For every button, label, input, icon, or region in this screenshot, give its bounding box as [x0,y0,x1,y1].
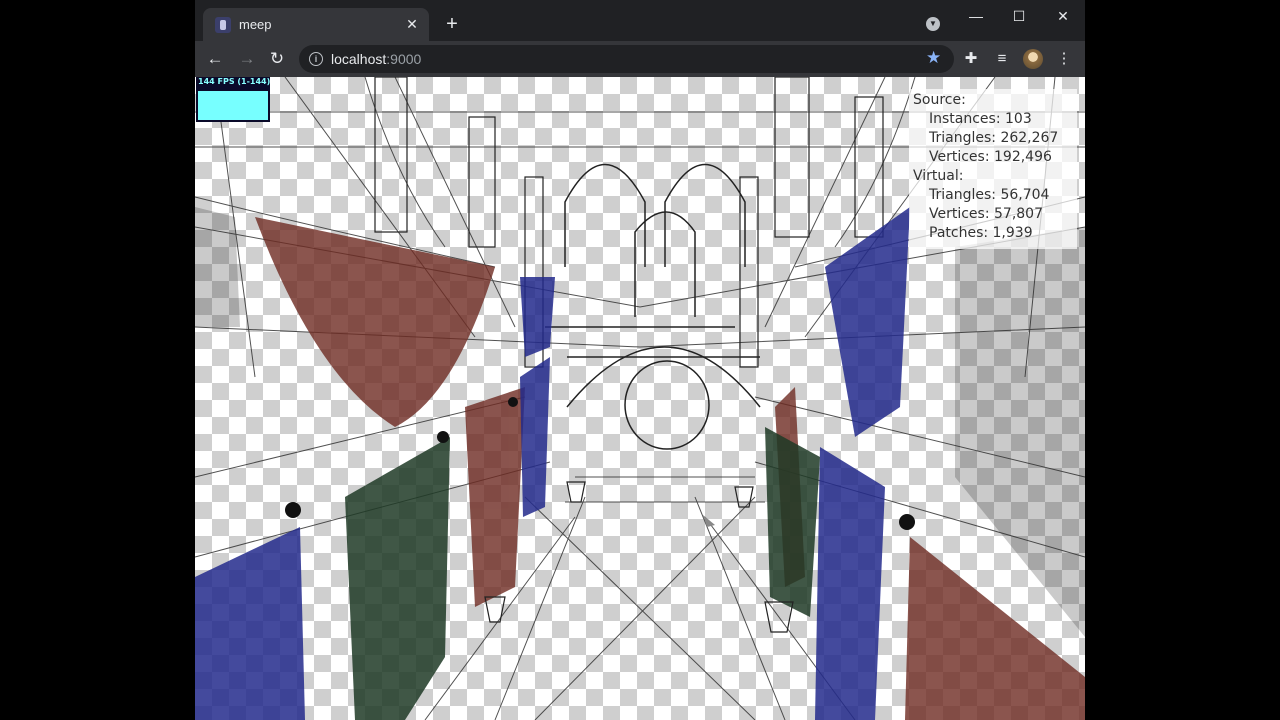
hanging-lantern [624,360,710,450]
url-text[interactable]: localhost:9000 [331,51,421,67]
media-control-icon[interactable]: ≡ [992,49,1012,69]
favicon-icon [215,17,231,33]
stats-virtual-label: Virtual: [913,168,964,184]
back-button[interactable]: ← [205,49,225,69]
fps-graph [198,91,268,120]
address-bar[interactable]: i localhost:9000 [299,45,954,73]
fps-label: 144 FPS (1-144) [198,77,271,86]
central-arches [545,163,761,408]
fps-meter: 144 FPS (1-144) [196,77,270,122]
browser-menu-icon[interactable]: ⋮ [1054,49,1074,69]
site-info-icon[interactable]: i [309,52,323,66]
tab-title: meep [239,17,272,32]
tab-search-icon[interactable]: ▼ [926,17,940,31]
drape-green [345,427,820,720]
stats-patches: Patches: 1,939 [929,225,1033,241]
stats-source-label: Source: [913,92,966,108]
new-tab-button[interactable]: + [442,14,462,34]
stats-virtual-vertices: Vertices: 57,807 [929,206,1043,222]
minimize-button[interactable]: — [961,6,991,26]
browser-toolbar: ← → ↻ i localhost:9000 ★ ✚ ≡ ⋮ [195,41,1085,77]
bookmark-star-icon[interactable]: ★ [926,48,941,68]
stats-instances: Instances: 103 [929,111,1032,127]
stats-panel: Source: Instances: 103 Triangles: 262,26… [909,89,1077,249]
tab-meep[interactable]: meep ✕ [203,8,429,41]
webgl-viewport[interactable]: 144 FPS (1-144) Source: Instances: 103 T… [195,77,1085,720]
stats-source-triangles: Triangles: 262,267 [929,130,1059,146]
reload-button[interactable]: ↻ [267,49,287,69]
stats-virtual-triangles: Triangles: 56,704 [929,187,1050,203]
extensions-icon[interactable]: ✚ [961,49,981,69]
tab-close-icon[interactable]: ✕ [404,16,420,32]
close-window-button[interactable]: ✕ [1048,6,1078,26]
browser-window: meep ✕ + ▼ — ☐ ✕ ← → ↻ i localhost:9000 … [195,0,1085,720]
stats-source-vertices: Vertices: 192,496 [929,149,1052,165]
forward-button[interactable]: → [237,49,257,69]
tab-strip: meep ✕ + ▼ — ☐ ✕ [195,0,1085,41]
maximize-button[interactable]: ☐ [1004,6,1034,26]
profile-avatar[interactable] [1023,49,1043,69]
